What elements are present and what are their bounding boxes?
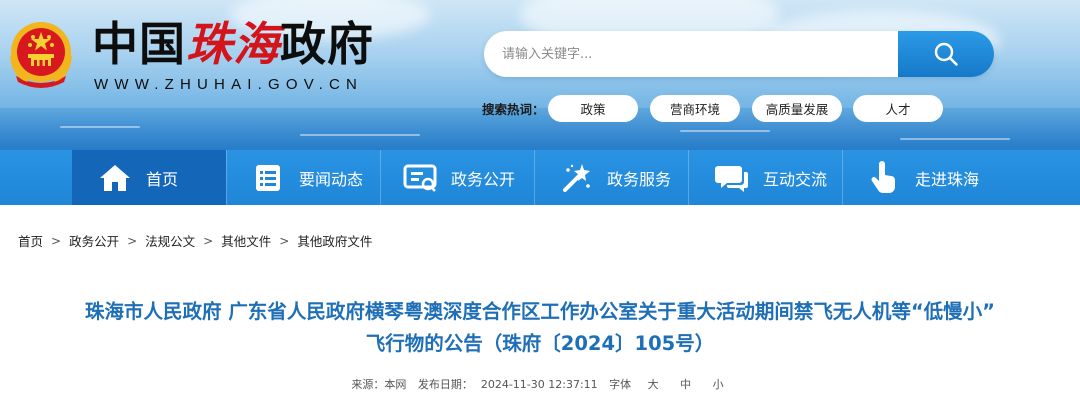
hot-search-tag[interactable]: 人才: [853, 95, 943, 122]
article-source: 来源：本网: [351, 378, 407, 391]
article-title-line: 飞行物的公告（珠府〔2024〕105号）: [365, 332, 715, 355]
magic-wand-icon: [559, 161, 593, 195]
font-size-label: 字体: [609, 378, 632, 391]
site-name-prefix: 中国: [92, 19, 186, 70]
breadcrumb: 首页 > 政务公开 > 法规公文 > 其他文件 > 其他政府文件: [18, 231, 372, 250]
font-size-large-button[interactable]: 大: [648, 378, 659, 391]
chat-icon: [715, 161, 749, 195]
national-emblem-icon[interactable]: [6, 16, 76, 94]
hand-pointer-icon: [867, 160, 901, 195]
nav-item-label: 互动交流: [763, 169, 828, 189]
site-url: WWW.ZHUHAI.GOV.CN: [94, 76, 364, 93]
breadcrumb-item[interactable]: 其他政府文件: [297, 231, 372, 250]
breadcrumb-separator: >: [127, 233, 138, 248]
banner-wave: [60, 126, 140, 128]
breadcrumb-separator: >: [203, 233, 214, 248]
banner-wave: [680, 130, 770, 132]
nav-item-label: 走进珠海: [915, 169, 980, 189]
search-box: [484, 31, 994, 77]
breadcrumb-item[interactable]: 法规公文: [145, 231, 195, 250]
breadcrumb-item[interactable]: 首页: [18, 231, 43, 250]
nav-item-about-zhuhai[interactable]: 走进珠海: [843, 150, 996, 205]
main-nav: 首页 要闻动态 政务公开 政务服务 互动交流 走进珠海: [0, 150, 1080, 205]
nav-item-gov-open[interactable]: 政务公开: [381, 150, 534, 205]
gov-open-icon: [403, 161, 437, 195]
nav-item-news[interactable]: 要闻动态: [227, 150, 380, 205]
breadcrumb-item[interactable]: 政务公开: [69, 231, 119, 250]
site-name-city: 珠海: [186, 19, 280, 70]
nav-item-label: 政务公开: [451, 169, 516, 189]
header-banner: 中国珠海政府 WWW.ZHUHAI.GOV.CN 搜索热词： 政策 营商环境 高…: [0, 0, 1080, 150]
nav-item-gov-service[interactable]: 政务服务: [535, 150, 688, 205]
breadcrumb-separator: >: [51, 233, 62, 248]
hot-search-tag[interactable]: 高质量发展: [752, 95, 842, 122]
nav-item-label: 首页: [146, 169, 179, 189]
font-size-small-button[interactable]: 小: [713, 378, 724, 391]
search-icon: [934, 42, 958, 66]
hot-search-tag[interactable]: 营商环境: [650, 95, 740, 122]
hot-search-tag[interactable]: 政策: [548, 95, 638, 122]
article-title: 珠海市人民政府 广东省人民政府横琴粤澳深度合作区工作办公室关于重大活动期间禁飞无…: [0, 296, 1080, 360]
nav-item-interaction[interactable]: 互动交流: [689, 150, 842, 205]
home-icon: [98, 161, 132, 195]
site-name[interactable]: 中国珠海政府: [92, 20, 374, 70]
breadcrumb-separator: >: [279, 233, 290, 248]
article-title-line: 珠海市人民政府 广东省人民政府横琴粤澳深度合作区工作办公室关于重大活动期间禁飞无…: [85, 300, 995, 323]
font-size-medium-button[interactable]: 中: [680, 378, 691, 391]
nav-item-home[interactable]: 首页: [72, 150, 226, 205]
publish-date-label: 发布日期：: [417, 378, 473, 391]
nav-item-label: 政务服务: [607, 169, 672, 189]
search-input[interactable]: [502, 31, 892, 77]
banner-wave: [300, 134, 420, 136]
hot-search-label: 搜索热词：: [482, 102, 545, 117]
banner-wave: [900, 138, 1010, 140]
publish-date: 2024-11-30 12:37:11: [480, 378, 598, 391]
article-meta: 来源：本网 发布日期： 2024-11-30 12:37:11 字体 大 中 小: [0, 376, 1080, 392]
news-list-icon: [251, 161, 285, 195]
nav-item-label: 要闻动态: [299, 169, 364, 189]
breadcrumb-item[interactable]: 其他文件: [221, 231, 271, 250]
search-button[interactable]: [898, 31, 994, 77]
site-name-suffix: 政府: [280, 19, 374, 70]
